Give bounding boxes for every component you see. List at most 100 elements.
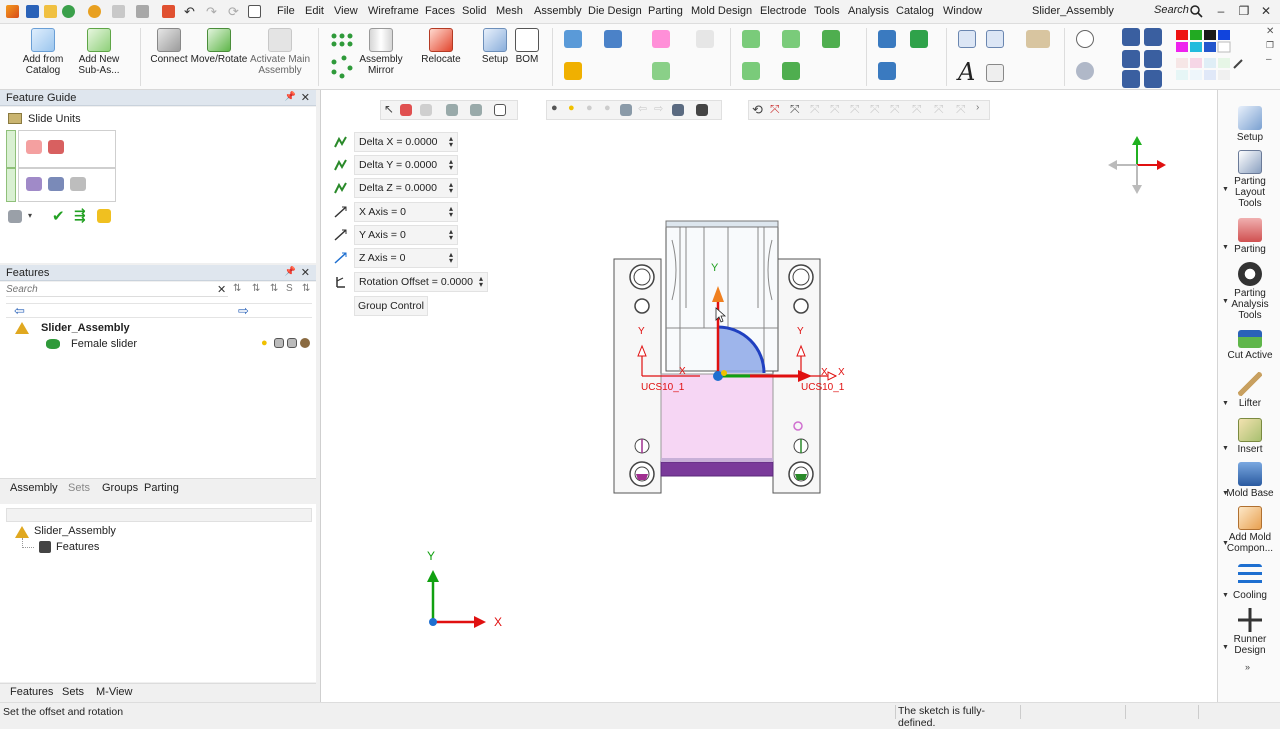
filter-icon[interactable]: ⇅ [233, 283, 241, 294]
chevron-down-icon[interactable]: ▼ [1222, 540, 1229, 547]
render-mode-icon[interactable] [620, 104, 632, 116]
chevron-down-icon[interactable]: ▼ [1222, 244, 1229, 251]
feature-edit-icon[interactable] [287, 338, 297, 348]
sketch-tree-icon[interactable] [878, 62, 896, 80]
toolbar-more-icon[interactable]: › [976, 102, 979, 113]
sidebar-add-mold-component[interactable]: Add Mold Compon... [1222, 506, 1278, 554]
light-bulb-icon[interactable]: ● [551, 102, 558, 114]
transform-axes-icon[interactable]: ⤧ [770, 102, 780, 117]
component-tree-icon[interactable] [564, 30, 582, 48]
history-forward-icon[interactable]: ⇨ [238, 303, 249, 319]
connect-button[interactable]: Connect [146, 28, 192, 65]
feature-props-icon[interactable] [274, 338, 284, 348]
tab-bottom-sets[interactable]: Sets [62, 686, 84, 698]
sidebar-parting-analysis-tools[interactable]: Parting Analysis Tools [1222, 262, 1278, 321]
spinner-icon[interactable]: ▴ ▾ [449, 158, 453, 172]
menu-solid[interactable]: Solid [462, 5, 486, 17]
box-solid-2-icon[interactable] [782, 30, 800, 48]
activate-main-assembly-button[interactable]: Activate Main Assembly [250, 28, 310, 76]
guide-options-icon[interactable] [8, 210, 22, 223]
history-back-icon[interactable]: ⇦ [14, 303, 25, 319]
cube-view-icon[interactable] [604, 30, 622, 48]
confirm-check-icon[interactable]: ✔ [52, 207, 65, 225]
redo-icon[interactable]: ↷ [206, 5, 219, 18]
delta-z-value[interactable]: 0.0000 [405, 182, 437, 194]
menu-catalog[interactable]: Catalog [896, 5, 934, 17]
chevron-down-icon[interactable]: ▼ [1222, 445, 1229, 452]
select-window-icon[interactable] [494, 104, 506, 116]
slide-option-2-icon[interactable] [48, 177, 64, 191]
menu-mesh[interactable]: Mesh [496, 5, 523, 17]
menu-electrode[interactable]: Electrode [760, 5, 806, 17]
delta-z-field[interactable]: Delta Z = 0.0000 ▴ ▾ [330, 178, 458, 198]
chevron-down-icon[interactable]: ▼ [1222, 592, 1229, 599]
layers-icon[interactable] [136, 5, 149, 18]
pattern-grid-5-icon[interactable] [1122, 70, 1140, 88]
tab-features[interactable]: Features [10, 686, 53, 698]
light-2-icon[interactable]: ● [604, 102, 611, 114]
slide-option-1-icon[interactable] [26, 177, 42, 191]
slide-position-icon[interactable] [48, 140, 64, 154]
apply-icon[interactable]: ⇶ [74, 207, 86, 224]
sidebar-cooling[interactable]: Cooling [1222, 564, 1278, 601]
assembly-mirror-button[interactable]: Assembly Mirror [356, 28, 406, 76]
text-tool-icon[interactable]: A [958, 58, 975, 86]
magnify-icon[interactable] [1076, 30, 1094, 48]
features-search-input[interactable] [6, 283, 228, 297]
sidebar-runner-design[interactable]: Runner Design [1222, 608, 1278, 656]
globe-icon[interactable] [62, 5, 75, 18]
assembly-tree-root[interactable]: Slider_Assembly [34, 525, 116, 537]
menu-faces[interactable]: Faces [425, 5, 455, 17]
menu-analysis[interactable]: Analysis [848, 5, 889, 17]
spinner-icon[interactable]: ▴ ▾ [449, 205, 453, 219]
box-solid-4-icon[interactable] [742, 62, 760, 80]
minimize-icon[interactable]: – [1213, 3, 1229, 19]
pattern-grid-2-icon[interactable] [1144, 28, 1162, 46]
box-solid-icon[interactable] [742, 30, 760, 48]
x-axis-value[interactable]: 0 [400, 206, 406, 218]
menu-window[interactable]: Window [943, 5, 982, 17]
pattern-grid-icon[interactable] [1122, 28, 1140, 46]
slider-model[interactable] [600, 210, 860, 510]
z-axis-field[interactable]: Z Axis = 0 ▴ ▾ [330, 248, 458, 268]
sidebar-more-icon[interactable]: » [1245, 662, 1250, 672]
select-box-icon[interactable] [470, 104, 482, 116]
grid-icon[interactable] [112, 5, 125, 18]
maximize-icon[interactable]: ❐ [1236, 3, 1252, 19]
pattern-grid-4-icon[interactable] [1144, 50, 1162, 68]
menu-parting[interactable]: Parting [648, 5, 683, 17]
sidebar-parting[interactable]: Parting [1222, 218, 1278, 255]
symbol-icon[interactable] [986, 64, 1004, 82]
transform-axes-2-icon[interactable]: ⤧ [790, 102, 800, 117]
light-bulb-on-icon[interactable]: ● [568, 102, 575, 114]
add-from-catalog-button[interactable]: Add from Catalog [18, 28, 68, 76]
dimension-2-icon[interactable] [986, 30, 1004, 48]
assembly-tree-features[interactable]: Features [56, 541, 99, 553]
spinner-icon[interactable]: ▴ ▾ [449, 135, 453, 149]
dimension-icon[interactable] [958, 30, 976, 48]
undo-icon[interactable]: ↶ [184, 5, 197, 18]
tab-sets[interactable]: Sets [68, 482, 90, 494]
slide-option-3-icon[interactable] [70, 177, 86, 191]
menu-tools[interactable]: Tools [814, 5, 840, 17]
delta-x-field[interactable]: Delta X = 0.0000 ▴ ▾ [330, 132, 458, 152]
light-off-icon[interactable]: ● [586, 102, 593, 114]
menu-mold-design[interactable]: Mold Design [691, 5, 752, 17]
tab-assembly[interactable]: Assembly [10, 482, 58, 494]
y-axis-field[interactable]: Y Axis = 0 ▴ ▾ [330, 225, 458, 245]
menu-view[interactable]: View [334, 5, 358, 17]
component-props-icon[interactable] [564, 62, 582, 80]
box-solid-5-icon[interactable] [782, 62, 800, 80]
slide-select-icon[interactable] [26, 140, 42, 154]
app-logo-icon[interactable] [6, 5, 19, 18]
menu-assembly[interactable]: Assembly [534, 5, 582, 17]
menu-file[interactable]: File [277, 5, 295, 17]
slide-units-label[interactable]: Slide Units [28, 113, 81, 125]
sidebar-insert[interactable]: Insert [1222, 418, 1278, 455]
filter-3-icon[interactable]: ⇅ [270, 283, 278, 294]
bulb-icon[interactable] [88, 5, 101, 18]
chevron-down-icon[interactable]: ▾ [28, 211, 32, 220]
view-dropdown-icon[interactable] [696, 104, 708, 116]
z-axis-value[interactable]: 0 [400, 252, 406, 264]
sidebar-parting-layout-tools[interactable]: Parting Layout Tools [1222, 150, 1278, 209]
